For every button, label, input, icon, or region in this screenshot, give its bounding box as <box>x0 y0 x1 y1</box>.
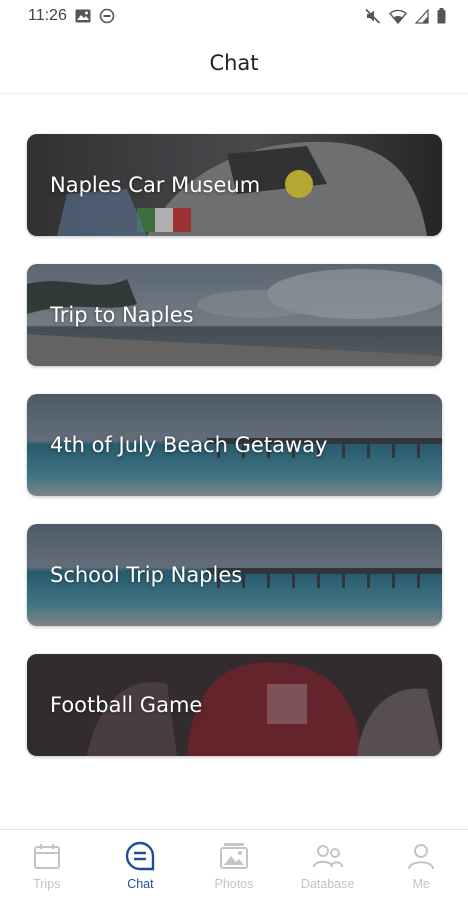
chat-card-football-game[interactable]: Football Game <box>27 654 442 756</box>
nav-label: Me <box>412 877 430 891</box>
photos-icon <box>218 840 250 872</box>
signal-icon <box>415 8 429 24</box>
nav-label: Photos <box>214 877 254 891</box>
nav-photos[interactable]: Photos <box>187 830 281 901</box>
chat-card-school-trip-naples[interactable]: School Trip Naples <box>27 524 442 626</box>
status-bar: 11:26 <box>0 0 468 32</box>
mute-icon <box>365 8 381 24</box>
nav-me[interactable]: Me <box>374 830 468 901</box>
bottom-nav: Trips Chat Photos Database Me <box>0 829 468 901</box>
chat-card-4th-of-july[interactable]: 4th of July Beach Getaway <box>27 394 442 496</box>
chat-card-trip-to-naples[interactable]: Trip to Naples <box>27 264 442 366</box>
chat-card-naples-car-museum[interactable]: Naples Car Museum <box>27 134 442 236</box>
wifi-icon <box>389 9 407 24</box>
header: Chat <box>0 32 468 94</box>
chat-card-label: Trip to Naples <box>50 303 194 327</box>
chat-card-label: Naples Car Museum <box>50 173 261 197</box>
page-title: Chat <box>209 50 259 75</box>
status-left: 11:26 <box>28 7 115 25</box>
people-icon <box>311 840 345 872</box>
nav-label: Database <box>300 877 355 891</box>
chat-list: Naples Car Museum Trip to Naples 4th of … <box>27 134 442 784</box>
status-right <box>365 8 446 24</box>
battery-icon <box>437 8 446 24</box>
nav-chat[interactable]: Chat <box>94 830 188 901</box>
calendar-icon <box>32 840 62 872</box>
image-icon <box>75 9 91 23</box>
chat-card-label: Football Game <box>50 693 203 717</box>
nav-label: Trips <box>33 877 61 891</box>
do-not-disturb-icon <box>99 8 115 24</box>
user-icon <box>406 840 436 872</box>
nav-label: Chat <box>127 877 154 891</box>
status-time: 11:26 <box>28 7 67 24</box>
chat-card-label: School Trip Naples <box>50 563 243 587</box>
nav-database[interactable]: Database <box>281 830 375 901</box>
chat-bubble-icon <box>124 840 156 872</box>
nav-trips[interactable]: Trips <box>0 830 94 901</box>
chat-card-label: 4th of July Beach Getaway <box>50 433 328 457</box>
